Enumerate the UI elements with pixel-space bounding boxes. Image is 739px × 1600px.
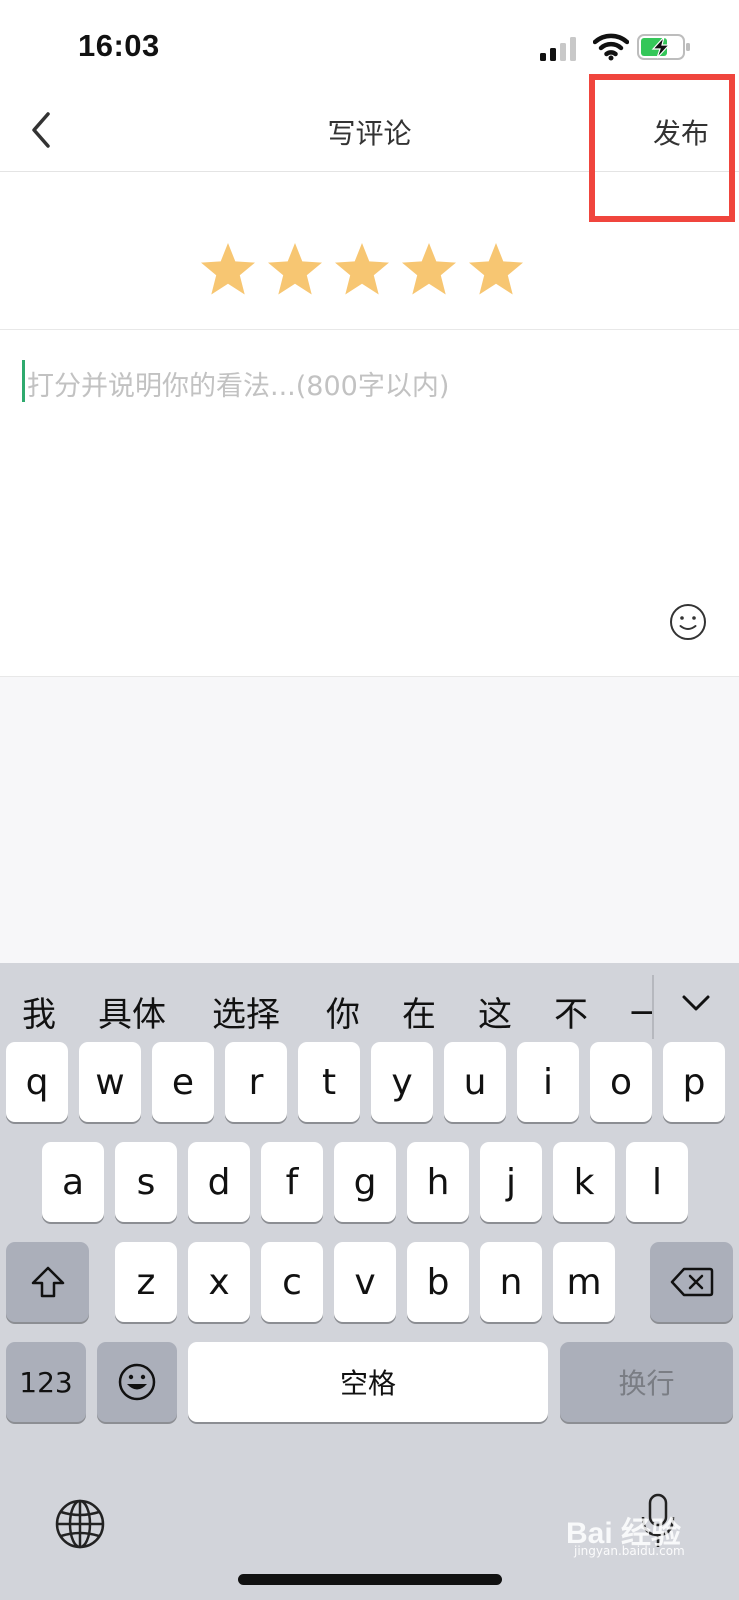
key-d[interactable]: d	[188, 1142, 250, 1222]
candidate-word[interactable]: 不	[554, 987, 588, 1036]
key-u[interactable]: u	[444, 1042, 506, 1122]
star-4-icon[interactable]	[399, 240, 459, 300]
watermark-url: jingyan.baidu.com	[574, 1544, 685, 1558]
key-g[interactable]: g	[334, 1142, 396, 1222]
key-i[interactable]: i	[517, 1042, 579, 1122]
baidu-jingyan-watermark: Bai 经验 jingyan.baidu.com	[566, 1508, 716, 1560]
star-rating[interactable]	[198, 240, 538, 300]
status-time: 16:03	[78, 28, 160, 63]
key-l[interactable]: l	[626, 1142, 688, 1222]
backspace-icon	[670, 1267, 713, 1297]
key-j[interactable]: j	[480, 1142, 542, 1222]
home-indicator[interactable]	[238, 1574, 502, 1585]
key-y[interactable]: y	[371, 1042, 433, 1122]
navigation-bar: 写评论 发布	[0, 90, 739, 172]
candidate-divider	[652, 975, 654, 1039]
key-r[interactable]: r	[225, 1042, 287, 1122]
star-1-icon[interactable]	[198, 240, 258, 300]
emoji-key[interactable]	[97, 1342, 177, 1422]
candidate-word[interactable]: 这	[478, 987, 512, 1036]
candidate-word[interactable]: 在	[402, 987, 436, 1036]
candidate-word[interactable]: 选择	[212, 987, 280, 1036]
battery-charging-icon	[637, 34, 690, 60]
return-key[interactable]: 换行	[560, 1342, 733, 1422]
key-z[interactable]: z	[115, 1242, 177, 1322]
numbers-key[interactable]: 123	[6, 1342, 86, 1422]
key-k[interactable]: k	[553, 1142, 615, 1222]
key-v[interactable]: v	[334, 1242, 396, 1322]
key-a[interactable]: a	[42, 1142, 104, 1222]
key-x[interactable]: x	[188, 1242, 250, 1322]
key-b[interactable]: b	[407, 1242, 469, 1322]
review-text-input[interactable]: 打分并说明你的看法...(800字以内)	[0, 330, 739, 677]
candidate-bar: 我 具体 选择 你 在 这 不 一	[0, 963, 739, 1053]
key-c[interactable]: c	[261, 1242, 323, 1322]
page-title: 写评论	[327, 117, 412, 150]
keyboard: 我 具体 选择 你 在 这 不 一 q w e r t y u i o p a …	[0, 963, 739, 1600]
key-o[interactable]: o	[590, 1042, 652, 1122]
key-n[interactable]: n	[480, 1242, 542, 1322]
key-h[interactable]: h	[407, 1142, 469, 1222]
publish-button[interactable]: 发布	[653, 112, 709, 152]
shift-arrow-icon	[31, 1266, 64, 1298]
star-5-icon[interactable]	[466, 240, 526, 300]
key-t[interactable]: t	[298, 1042, 360, 1122]
star-3-icon[interactable]	[332, 240, 392, 300]
empty-content-area	[0, 677, 739, 963]
text-cursor	[22, 360, 25, 402]
candidate-word[interactable]: 具体	[98, 987, 166, 1036]
delete-key[interactable]	[650, 1242, 733, 1322]
candidate-word[interactable]: 一	[630, 987, 652, 1036]
review-placeholder: 打分并说明你的看法...(800字以内)	[27, 371, 450, 402]
candidate-word[interactable]: 你	[326, 987, 360, 1036]
globe-icon[interactable]	[54, 1498, 106, 1550]
space-key[interactable]: 空格	[188, 1342, 548, 1422]
status-bar: 16:03	[0, 0, 739, 90]
star-2-icon[interactable]	[265, 240, 325, 300]
key-w[interactable]: w	[79, 1042, 141, 1122]
candidate-word[interactable]: 我	[22, 987, 56, 1036]
key-q[interactable]: q	[6, 1042, 68, 1122]
rating-section	[0, 172, 739, 330]
emoji-smiley-icon	[118, 1363, 156, 1401]
shift-key[interactable]	[6, 1242, 89, 1322]
key-s[interactable]: s	[115, 1142, 177, 1222]
wifi-icon	[593, 33, 629, 61]
key-e[interactable]: e	[152, 1042, 214, 1122]
key-m[interactable]: m	[553, 1242, 615, 1322]
cellular-signal-icon	[540, 37, 576, 61]
key-p[interactable]: p	[663, 1042, 725, 1122]
key-f[interactable]: f	[261, 1142, 323, 1222]
emoji-face-icon[interactable]	[668, 602, 708, 642]
chevron-down-icon[interactable]	[680, 991, 712, 1015]
